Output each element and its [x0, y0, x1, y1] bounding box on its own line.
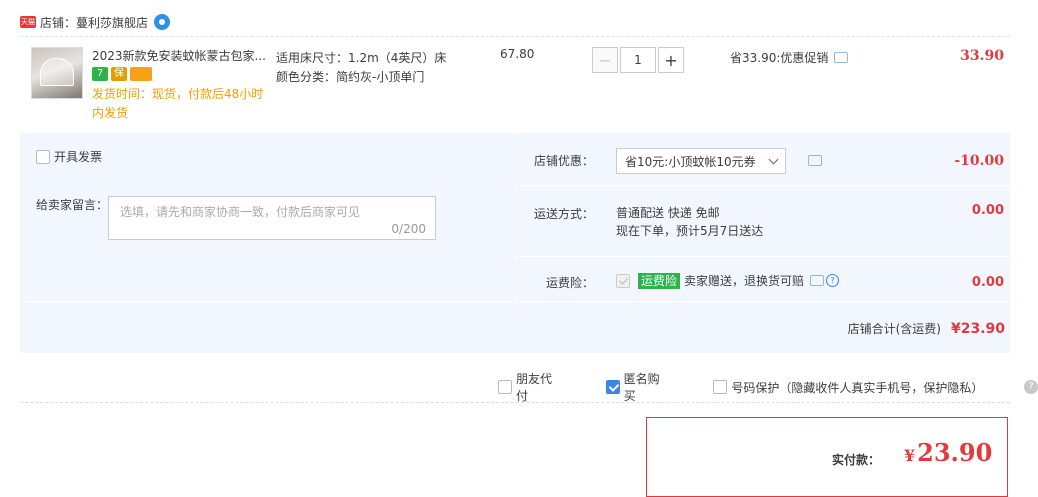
- shipping-info: 普通配送 快递 免邮 现在下单，预计5月7日送达: [616, 204, 763, 240]
- anonymous-checkbox[interactable]: [605, 380, 620, 394]
- quantity-increase-button[interactable]: +: [658, 47, 684, 73]
- message-placeholder: 选填，请先和商家协商一致，付款后商家可见: [120, 205, 361, 219]
- message-char-count: 0/200: [391, 222, 426, 236]
- shop-discount-label: 店铺优惠：: [533, 154, 594, 168]
- number-protect-checkbox[interactable]: [713, 380, 728, 394]
- service-badges: 7 保: [92, 67, 152, 81]
- guarantee-icon[interactable]: 保: [111, 67, 127, 81]
- credit-card-icon[interactable]: [130, 67, 152, 81]
- sku-size: 适用床尺寸：1.2m（4英尺）床: [276, 51, 447, 65]
- chevron-down-icon: [768, 154, 779, 165]
- order-options: 朋友代付 匿名购买 号码保护（隐藏收件人真实手机号，保护隐私） ?: [498, 370, 1038, 404]
- friend-pay-checkbox[interactable]: [498, 380, 512, 394]
- shop-discount-amount: -10.00: [954, 153, 1004, 169]
- row-divider: [516, 256, 1010, 257]
- message-label: 给卖家留言：: [36, 198, 109, 212]
- anonymous-option[interactable]: 匿名购买: [605, 370, 672, 404]
- invoice-checkbox[interactable]: [36, 149, 50, 164]
- insurance-checkbox: [616, 273, 630, 288]
- quantity-input[interactable]: 1: [620, 47, 656, 73]
- row-divider: [516, 185, 1010, 186]
- payment-amount-value: 23.90: [917, 438, 993, 467]
- friend-pay-option[interactable]: 朋友代付: [498, 370, 564, 404]
- message-textarea[interactable]: 选填，请先和商家协商一致，付款后商家可见 0/200: [108, 196, 436, 240]
- payment-label: 实付款：: [832, 453, 881, 467]
- shop-total-label: 店铺合计(含运费): [847, 322, 941, 336]
- shipping-label: 运送方式：: [533, 207, 594, 221]
- row-divider: [20, 301, 1010, 302]
- shop-discount-select[interactable]: 省10元:小顶蚊帐10元券: [616, 148, 786, 174]
- insurance-info: 运费险 卖家赠送，退换货可赔 ?: [616, 272, 840, 289]
- seven-day-return-icon[interactable]: 7: [92, 67, 108, 81]
- promo-info: 省33.90:优惠促销: [730, 49, 849, 66]
- invoice-label: 开具发票: [54, 150, 103, 164]
- quantity-stepper: − 1 +: [592, 47, 684, 73]
- shop-header: 天猫 店铺：蔓利莎旗舰店: [20, 12, 171, 32]
- invoice-option[interactable]: 开具发票: [36, 148, 102, 165]
- shop-total: 店铺合计(含运费) ¥23.90: [700, 320, 1005, 337]
- comment-icon[interactable]: [810, 275, 825, 286]
- payment-amount: ¥23.90: [904, 438, 992, 467]
- delivery-time: 发货时间：现货，付款后48小时内发货: [92, 87, 264, 120]
- anonymous-label: 匿名购买: [623, 372, 660, 403]
- tmall-icon: 天猫: [20, 16, 36, 28]
- number-protect-option[interactable]: 号码保护（隐藏收件人真实手机号，保护隐私）: [713, 379, 984, 396]
- panel-divider: [515, 133, 516, 301]
- shipping-method: 普通配送 快递 免邮: [616, 206, 720, 220]
- comment-icon[interactable]: [834, 52, 849, 63]
- item-subtotal: 33.90: [960, 48, 1004, 64]
- insurance-amount: 0.00: [971, 275, 1004, 290]
- friend-pay-label: 朋友代付: [515, 372, 552, 403]
- unit-price: 67.80: [500, 47, 535, 61]
- help-icon[interactable]: ?: [826, 274, 840, 287]
- quantity-decrease-button[interactable]: −: [592, 47, 618, 73]
- divider: [20, 402, 1010, 403]
- sku-info: 适用床尺寸：1.2m（4英尺）床 颜色分类：简约灰-小顶单门: [276, 49, 446, 87]
- shipping-amount: 0.00: [971, 203, 1004, 218]
- promo-text: 省33.90:优惠促销: [730, 51, 829, 65]
- help-icon[interactable]: ?: [1024, 380, 1038, 394]
- product-title-link[interactable]: 2023新款免安装蚊帐蒙古包家...: [92, 47, 267, 64]
- insurance-desc: 卖家赠送，退换货可赔: [684, 274, 805, 288]
- insurance-label: 运费险：: [545, 276, 594, 290]
- shop-total-amount: ¥23.90: [950, 320, 1005, 337]
- insurance-tag: 运费险: [638, 272, 681, 289]
- number-protect-label: 号码保护（隐藏收件人真实手机号，保护隐私）: [731, 380, 984, 395]
- payment-currency: ¥: [904, 446, 916, 465]
- shipping-eta: 现在下单，预计5月7日送达: [616, 224, 764, 238]
- comment-icon[interactable]: [808, 155, 822, 166]
- shop-name-link[interactable]: 店铺：蔓利莎旗舰店: [40, 14, 148, 31]
- sku-color: 颜色分类：简约灰-小顶单门: [276, 70, 425, 84]
- chat-contact-icon[interactable]: [154, 14, 171, 30]
- product-thumbnail[interactable]: [31, 47, 83, 99]
- shop-discount-value: 省10元:小顶蚊帐10元券: [625, 154, 756, 169]
